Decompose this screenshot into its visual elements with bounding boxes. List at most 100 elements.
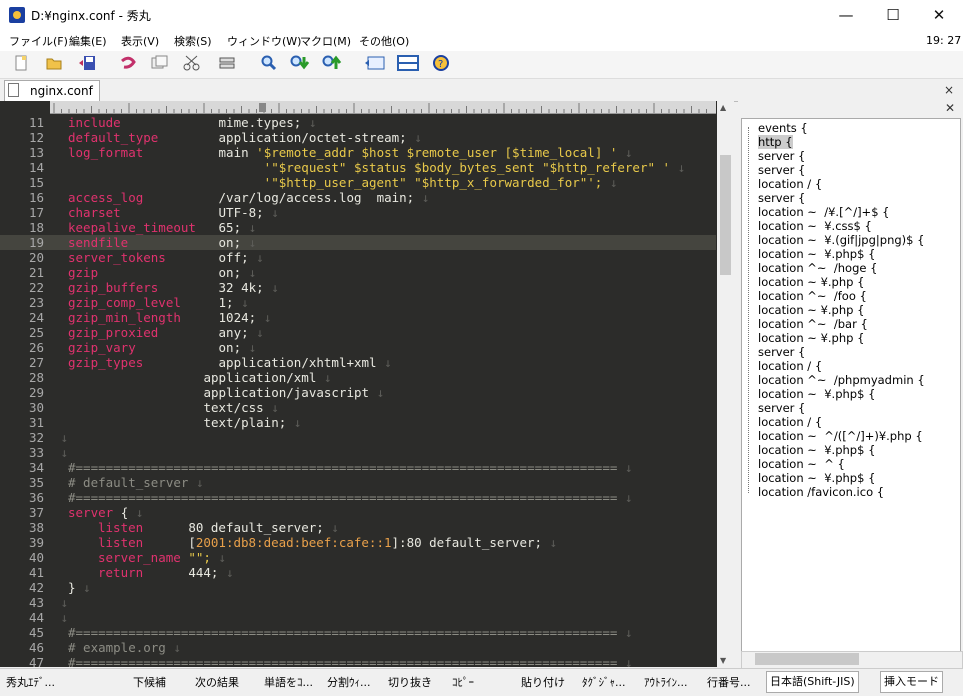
status-outline[interactable]: ｱｳﾄﾗｲﾝ... <box>644 674 688 690</box>
code-line[interactable]: 12 default_type application/octet-stream;… <box>0 130 716 145</box>
status-paste[interactable]: 貼り付け <box>521 674 565 690</box>
outline-item[interactable]: location ~ ¥.php$ { <box>758 247 875 261</box>
code-line[interactable]: 45 #=====================================… <box>0 625 716 640</box>
outline-item[interactable]: location / { <box>758 415 822 429</box>
code-line[interactable]: 33 ↓ <box>0 445 716 460</box>
code-line[interactable]: 25 gzip_proxied any; ↓ <box>0 325 716 340</box>
search-icon[interactable] <box>260 55 278 73</box>
new-file-icon[interactable] <box>12 55 30 73</box>
code-line[interactable]: 35 # default_server ↓ <box>0 475 716 490</box>
code-line[interactable]: 38 listen 80 default_server; ↓ <box>0 520 716 535</box>
code-line[interactable]: 22 gzip_buffers 32 4k; ↓ <box>0 280 716 295</box>
code-line[interactable]: 26 gzip_vary on; ↓ <box>0 340 716 355</box>
menu-macro[interactable]: マクロ(M) <box>300 33 351 49</box>
code-line[interactable]: 43 ↓ <box>0 595 716 610</box>
code-line[interactable]: 16 access_log /var/log/access.log main; ↓ <box>0 190 716 205</box>
code-line[interactable]: 11 include mime.types; ↓ <box>0 115 716 130</box>
minimize-button[interactable]: — <box>823 0 869 31</box>
outline-list[interactable]: events {http {server {server {location /… <box>742 120 958 500</box>
menu-edit[interactable]: 編集(E) <box>69 33 107 49</box>
maximize-button[interactable]: ☐ <box>870 0 916 31</box>
menu-window[interactable]: ウィンドウ(W) <box>227 33 301 49</box>
outline-item[interactable]: location ~ ¥.php$ { <box>758 443 875 457</box>
code-line[interactable]: 19 sendfile on; ↓ <box>0 235 716 250</box>
code-line[interactable]: 46 # example.org ↓ <box>0 640 716 655</box>
code-line[interactable]: 21 gzip on; ↓ <box>0 265 716 280</box>
outline-item[interactable]: location ~ ¥.php { <box>758 275 864 289</box>
code-line[interactable]: 41 return 444; ↓ <box>0 565 716 580</box>
code-line[interactable]: 14 '"$request" $status $body_bytes_sent … <box>0 160 716 175</box>
cut-icon[interactable] <box>183 55 201 73</box>
outline-item[interactable]: location ^~ /phpmyadmin { <box>758 373 925 387</box>
code-line[interactable]: 42} ↓ <box>0 580 716 595</box>
paste-icon[interactable] <box>218 55 236 73</box>
outline-item[interactable]: location ~ ¥.css$ { <box>758 219 872 233</box>
outline-item[interactable]: location / { <box>758 177 822 191</box>
search-up-icon[interactable] <box>322 55 346 73</box>
outline-item[interactable]: location ~ ¥.php { <box>758 331 864 345</box>
outline-item[interactable]: location ~ ¥.php$ { <box>758 387 875 401</box>
status-next-candidate[interactable]: 下候補 <box>133 674 166 690</box>
code-line[interactable]: 17 charset UTF-8; ↓ <box>0 205 716 220</box>
status-app[interactable]: 秀丸ｴﾃﾞ... <box>6 674 55 690</box>
code-line[interactable]: 31 text/plain; ↓ <box>0 415 716 430</box>
status-copy[interactable]: ｺﾋﾟｰ <box>452 674 474 690</box>
code-line[interactable]: 37 server { ↓ <box>0 505 716 520</box>
outline-item[interactable]: location ^~ /bar { <box>758 317 868 331</box>
outline-item[interactable]: location ^~ /foo { <box>758 289 867 303</box>
outline-item[interactable]: http { <box>758 135 793 149</box>
code-line[interactable]: 24 gzip_min_length 1024; ↓ <box>0 310 716 325</box>
outline-item[interactable]: server { <box>758 345 805 359</box>
code-line[interactable]: 13 log_format main '$remote_addr $host $r… <box>0 145 716 160</box>
code-line[interactable]: 27 gzip_types application/xhtml+xml ↓ <box>0 355 716 370</box>
menu-view[interactable]: 表示(V) <box>121 33 159 49</box>
open-folder-icon[interactable] <box>45 55 63 73</box>
split-window-icon[interactable] <box>397 55 419 73</box>
outline-item[interactable]: location ~ ^/([^/]+)¥.php { <box>758 429 923 443</box>
outline-item[interactable]: location /favicon.ico { <box>758 485 884 499</box>
outline-item[interactable]: location ~ ^ { <box>758 457 845 471</box>
outline-item[interactable]: location ~ ¥.php$ { <box>758 471 875 485</box>
code-line[interactable]: 44 ↓ <box>0 610 716 625</box>
app-icon[interactable] <box>9 7 25 23</box>
code-line[interactable]: 40 server_name ""; ↓ <box>0 550 716 565</box>
code-line[interactable]: 47 #=====================================… <box>0 655 716 667</box>
status-cut[interactable]: 切り抜き <box>388 674 432 690</box>
code-line[interactable]: 18 keepalive_timeout 65; ↓ <box>0 220 716 235</box>
copy-icon[interactable] <box>151 55 169 73</box>
status-tag-jump[interactable]: ﾀｸﾞｼﾞｬ... <box>582 674 626 690</box>
outline-horizontal-thumb[interactable] <box>755 653 859 665</box>
outline-item[interactable]: location ^~ /hoge { <box>758 261 877 275</box>
close-button[interactable]: ✕ <box>916 0 962 31</box>
outline-item[interactable]: server { <box>758 163 805 177</box>
status-split-window[interactable]: 分割ｳｨ... <box>327 674 371 690</box>
scroll-up-icon[interactable]: ▲ <box>720 103 726 112</box>
code-line[interactable]: 30 text/css ↓ <box>0 400 716 415</box>
code-lines[interactable]: 11 include mime.types; ↓ 12 default_type ap… <box>0 115 716 667</box>
outline-item[interactable]: location / { <box>758 359 822 373</box>
code-line[interactable]: 32 ↓ <box>0 430 716 445</box>
status-line-number[interactable]: 行番号... <box>707 674 751 690</box>
outline-item[interactable]: server { <box>758 191 805 205</box>
code-line[interactable]: 23 gzip_comp_level 1; ↓ <box>0 295 716 310</box>
code-line[interactable]: 36 #=====================================… <box>0 490 716 505</box>
code-line[interactable]: 34 #=====================================… <box>0 460 716 475</box>
code-line[interactable]: 15 '"$http_user_agent" "$http_x_forwarde… <box>0 175 716 190</box>
outline-item[interactable]: location ~ ¥.(gif|jpg|png)$ { <box>758 233 924 247</box>
save-icon[interactable] <box>78 55 96 73</box>
tab-close-icon[interactable]: × <box>944 83 954 97</box>
menu-file[interactable]: ファイル(F) <box>9 33 68 49</box>
outline-item[interactable]: server { <box>758 401 805 415</box>
prev-window-icon[interactable] <box>364 55 386 73</box>
code-line[interactable]: 39 listen [2001:db8:dead:beef:cafe::1]:80… <box>0 535 716 550</box>
outline-close-icon[interactable]: ✕ <box>945 101 955 115</box>
outline-item[interactable]: events { <box>758 121 808 135</box>
encoding-indicator[interactable]: 日本語(Shift-JIS) <box>766 671 859 693</box>
scroll-down-icon[interactable]: ▼ <box>720 656 726 665</box>
outline-item[interactable]: server { <box>758 149 805 163</box>
menu-search[interactable]: 検索(S) <box>174 33 212 49</box>
input-mode-indicator[interactable]: 挿入モード <box>880 671 943 693</box>
vertical-scroll-thumb[interactable] <box>720 155 731 275</box>
code-line[interactable]: 29 application/javascript ↓ <box>0 385 716 400</box>
search-down-icon[interactable] <box>290 55 314 73</box>
